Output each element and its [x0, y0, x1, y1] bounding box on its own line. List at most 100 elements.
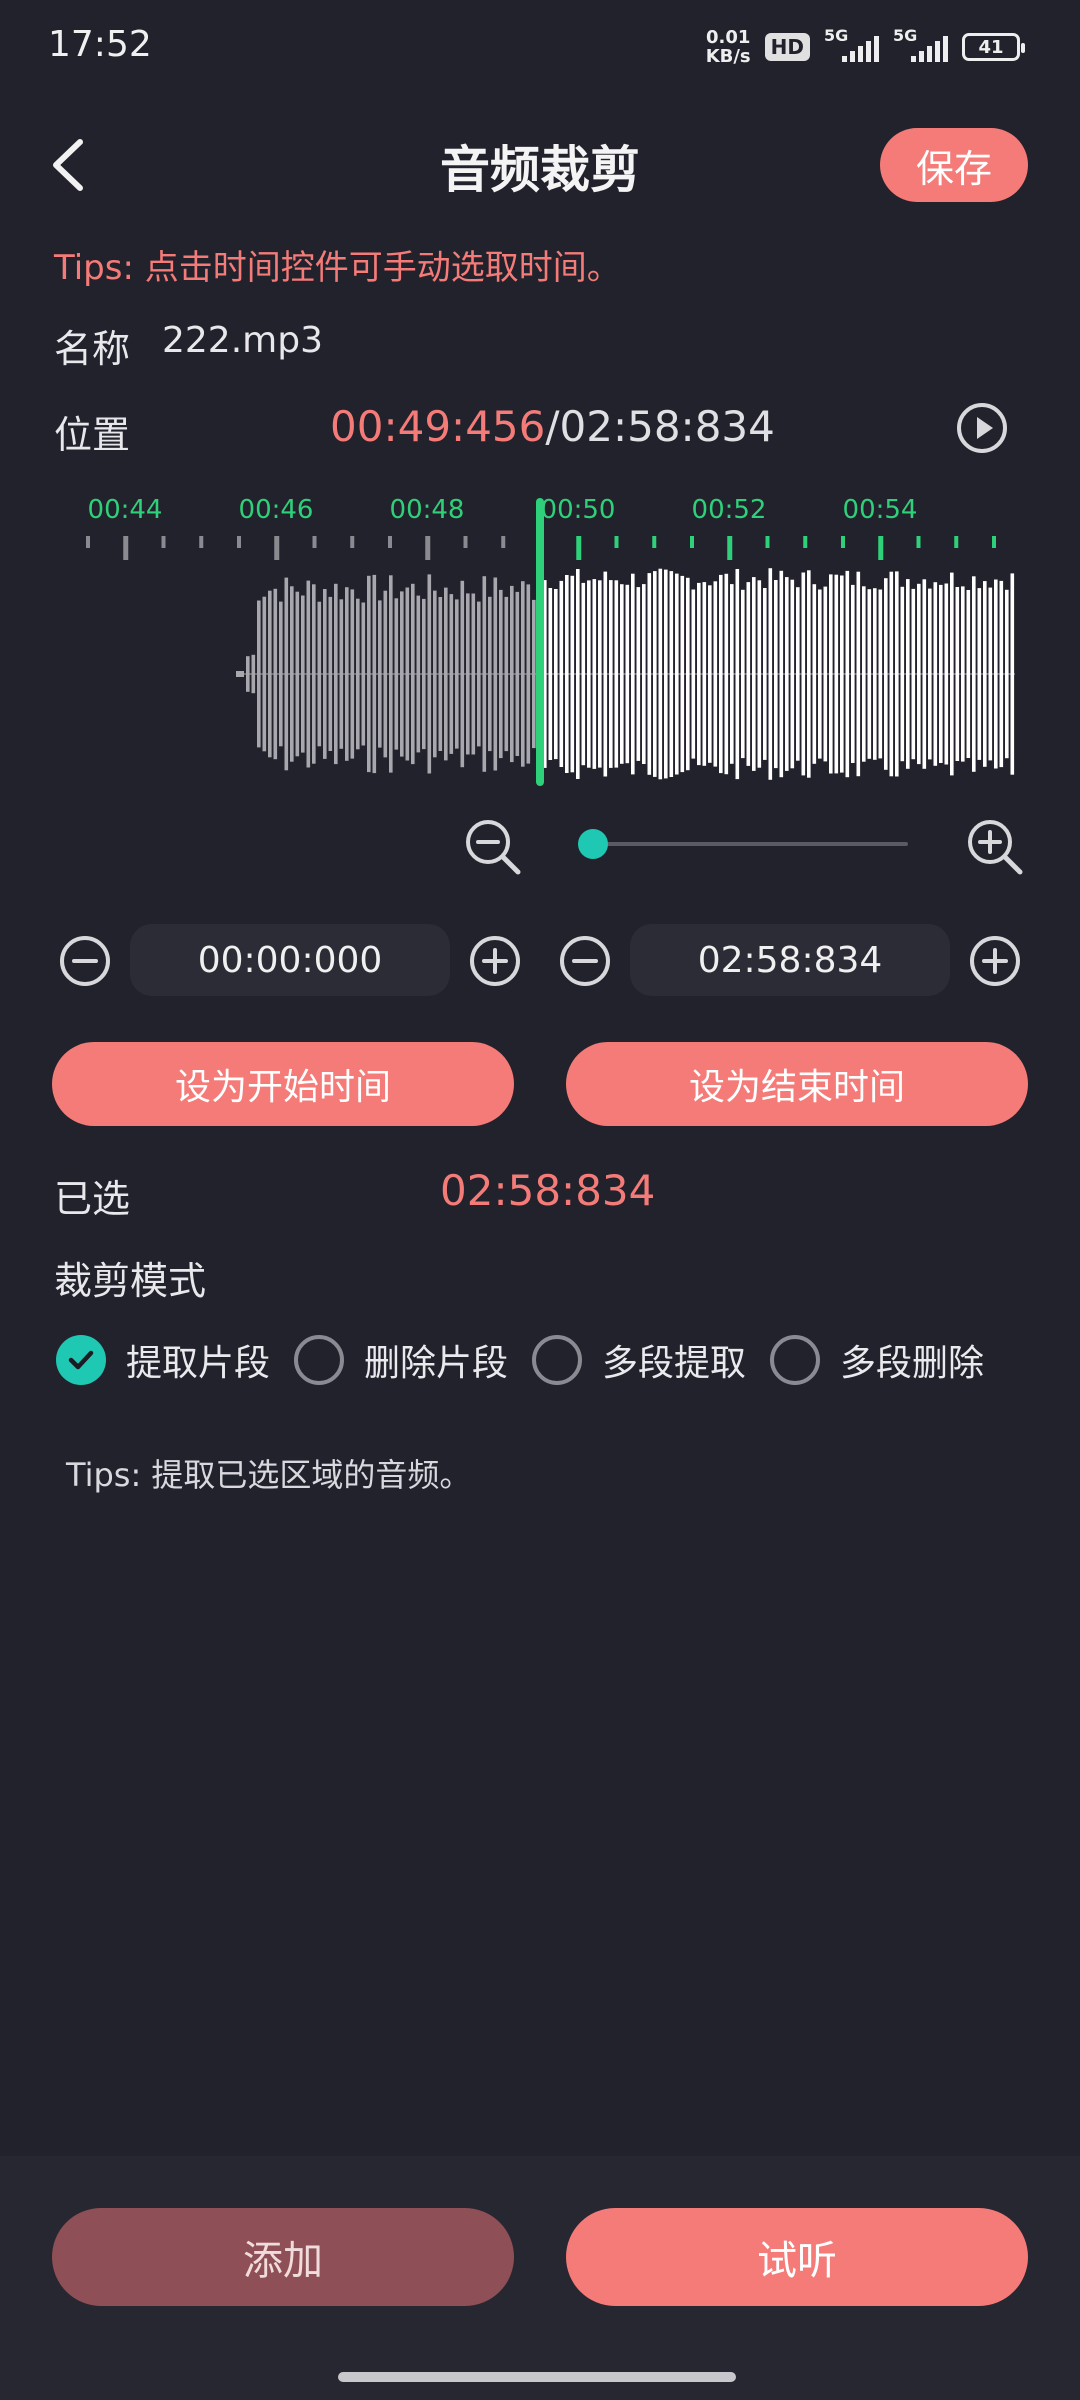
waveform-bar: [730, 584, 734, 764]
waveform-bar: [867, 589, 872, 759]
set-end-time-button[interactable]: 设为结束时间: [566, 1042, 1028, 1126]
waveform-bar: [554, 589, 558, 760]
play-button[interactable]: [956, 402, 1008, 454]
waveform-bar: [774, 580, 778, 769]
waveform-bar: [724, 573, 729, 775]
waveform-bar: [741, 589, 745, 759]
radio-unchecked-icon: [294, 1335, 345, 1385]
waveform-bar: [236, 671, 244, 677]
signal-label: 5G: [893, 26, 918, 45]
start-time-decrement-button[interactable]: [58, 934, 112, 988]
waveform-bar: [878, 589, 883, 759]
signal-label: 5G: [824, 26, 849, 45]
waveform-bar: [818, 589, 822, 759]
mode-option-multi-extract[interactable]: 多段提取: [532, 1334, 746, 1386]
waveform-bar: [944, 583, 949, 765]
waveform-bar: [977, 588, 982, 760]
waveform-bar: [576, 569, 580, 779]
end-time-decrement-button[interactable]: [558, 934, 612, 988]
hd-badge: HD: [764, 33, 810, 61]
battery-icon: 41: [962, 33, 1025, 61]
end-time-increment-button[interactable]: [968, 934, 1022, 988]
mode-option-delete[interactable]: 删除片段: [294, 1334, 508, 1386]
mode-option-label: 多段删除: [840, 1343, 985, 1384]
waveform-bar: [796, 587, 800, 761]
waveform-bar: [422, 598, 426, 750]
waveform-bar: [647, 573, 652, 775]
waveform-bar: [779, 570, 784, 778]
waveform-bar: [983, 581, 987, 767]
start-time-field[interactable]: 00:00:000: [130, 924, 450, 996]
waveform-bar: [416, 595, 421, 753]
waveform-bar: [840, 575, 844, 773]
selected-label: 已选: [54, 1177, 131, 1221]
waveform-bar: [559, 580, 564, 767]
waveform-bar: [972, 576, 976, 772]
waveform-bar: [504, 596, 509, 752]
waveform-bar: [994, 579, 998, 769]
waveform-bar: [257, 600, 261, 748]
signal-icon: 5G: [824, 26, 879, 62]
waveform-bar: [895, 571, 899, 777]
waveform-bar: [790, 579, 795, 769]
waveform-bar: [856, 571, 861, 777]
start-time-increment-button[interactable]: [468, 934, 522, 988]
mode-option-label: 多段提取: [602, 1343, 747, 1384]
timeline-labels: 00:44 00:46 00:48 00:50 00:52 00:54: [88, 495, 918, 525]
waveform-bar: [653, 571, 657, 777]
waveform-bar: [493, 577, 498, 771]
waveform-bar: [592, 579, 597, 769]
net-speed-unit: KB/s: [705, 46, 751, 67]
waveform-bar: [966, 590, 971, 758]
back-arrow-icon: [53, 139, 83, 191]
waveform-bar: [251, 654, 256, 694]
waveform-bar: [378, 600, 382, 748]
timeline-tick-label: 00:50: [541, 495, 616, 525]
waveform-bar: [548, 588, 553, 760]
waveform-bar: [884, 578, 888, 770]
waveform-bar: [950, 572, 954, 776]
waveform-bar: [433, 590, 437, 758]
waveform-bar: [752, 577, 756, 771]
position-time[interactable]: 00:49:456/02:58:834: [330, 402, 775, 451]
waveform-bar: [862, 586, 866, 762]
waveform-bar: [614, 580, 619, 768]
back-button[interactable]: [44, 130, 104, 200]
waveform-bar: [312, 584, 316, 764]
waveform-bar: [675, 573, 679, 775]
home-indicator[interactable]: [338, 2372, 736, 2382]
waveform-bar: [290, 586, 294, 762]
trim-mode-options: 提取片段 删除片段 多段提取 多段删除: [56, 1334, 984, 1386]
waveform-bar: [807, 570, 811, 778]
end-time-field[interactable]: 02:58:834: [630, 924, 950, 996]
waveform-bar: [317, 601, 322, 747]
save-button[interactable]: 保存: [880, 128, 1028, 202]
waveform[interactable]: 00:44 00:46 00:48 00:50 00:52 00:54: [60, 490, 1020, 790]
zoom-slider-thumb[interactable]: [578, 829, 608, 859]
zoom-out-button[interactable]: [462, 816, 524, 878]
waveform-bar: [757, 580, 762, 768]
radio-checked-icon: [56, 1335, 106, 1385]
name-label: 名称: [54, 327, 131, 371]
set-start-time-button[interactable]: 设为开始时间: [52, 1042, 514, 1126]
waveform-bar: [400, 591, 404, 757]
waveform-bar: [306, 580, 311, 768]
waveform-bar: [664, 569, 668, 779]
preview-listen-button[interactable]: 试听: [566, 2208, 1028, 2306]
waveform-bar: [669, 571, 674, 777]
waveform-bar: [565, 575, 569, 773]
plus-circle-icon: [470, 936, 520, 986]
playhead-cursor[interactable]: [536, 498, 544, 786]
waveform-bar: [411, 583, 415, 765]
waveform-bar: [581, 582, 586, 766]
add-button[interactable]: 添加: [52, 2208, 514, 2306]
zoom-in-button[interactable]: [964, 816, 1026, 878]
waveform-bar: [933, 582, 938, 766]
mode-option-extract[interactable]: 提取片段: [56, 1334, 270, 1386]
waveform-bar: [405, 587, 410, 761]
waveform-bar: [719, 574, 723, 774]
mode-option-multi-delete[interactable]: 多段删除: [770, 1334, 984, 1386]
zoom-slider[interactable]: [578, 829, 908, 859]
mode-option-label: 删除片段: [364, 1343, 509, 1384]
waveform-bar: [691, 589, 696, 759]
